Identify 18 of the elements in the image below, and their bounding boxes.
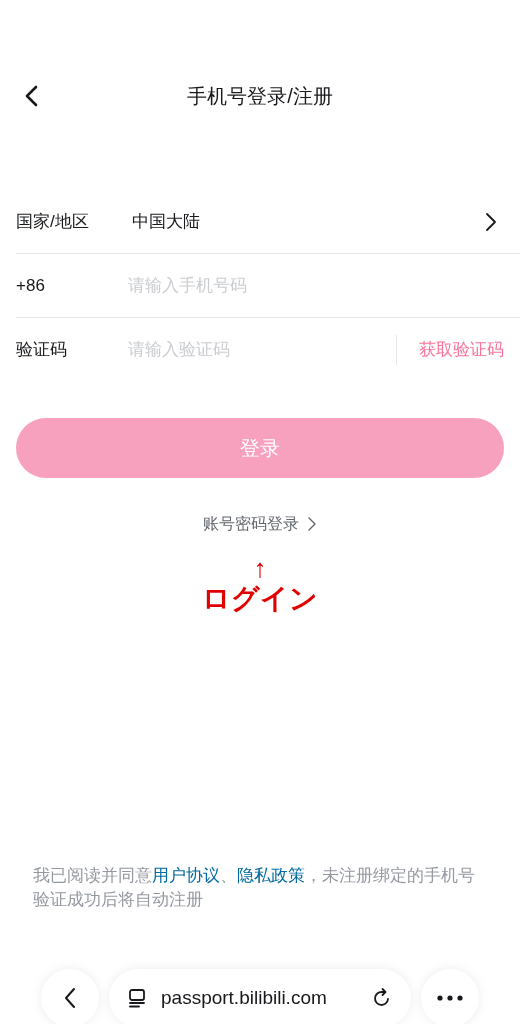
more-icon bbox=[437, 995, 463, 1001]
chevron-right-icon bbox=[484, 211, 498, 232]
field-label: +86 bbox=[16, 274, 46, 297]
policy-link[interactable]: 隐私政策 bbox=[237, 866, 305, 884]
password-login-link[interactable]: 账号密码登录 bbox=[203, 512, 317, 536]
page-icon bbox=[127, 988, 147, 1008]
page-title: 手机号登录/注册 bbox=[187, 84, 333, 109]
field-label: 国家/地区 bbox=[16, 210, 90, 233]
address-bar[interactable]: passport.bilibili.com bbox=[109, 969, 411, 1024]
region-select[interactable]: 中国大陆 bbox=[128, 208, 504, 235]
url-text: passport.bilibili.com bbox=[161, 985, 328, 1010]
chevron-right-icon bbox=[307, 516, 317, 532]
annotation-text: ログイン bbox=[202, 582, 318, 616]
agreement-text: 我已阅读并同意用户协议、隐私政策，未注册绑定的手机号验证成功后将自动注册 bbox=[32, 865, 476, 910]
back-icon bbox=[63, 987, 77, 1009]
annotation-arrow: ↑ bbox=[253, 554, 267, 582]
policy-link[interactable]: 用户协议 bbox=[152, 866, 220, 884]
field-label: 验证码 bbox=[16, 339, 68, 362]
